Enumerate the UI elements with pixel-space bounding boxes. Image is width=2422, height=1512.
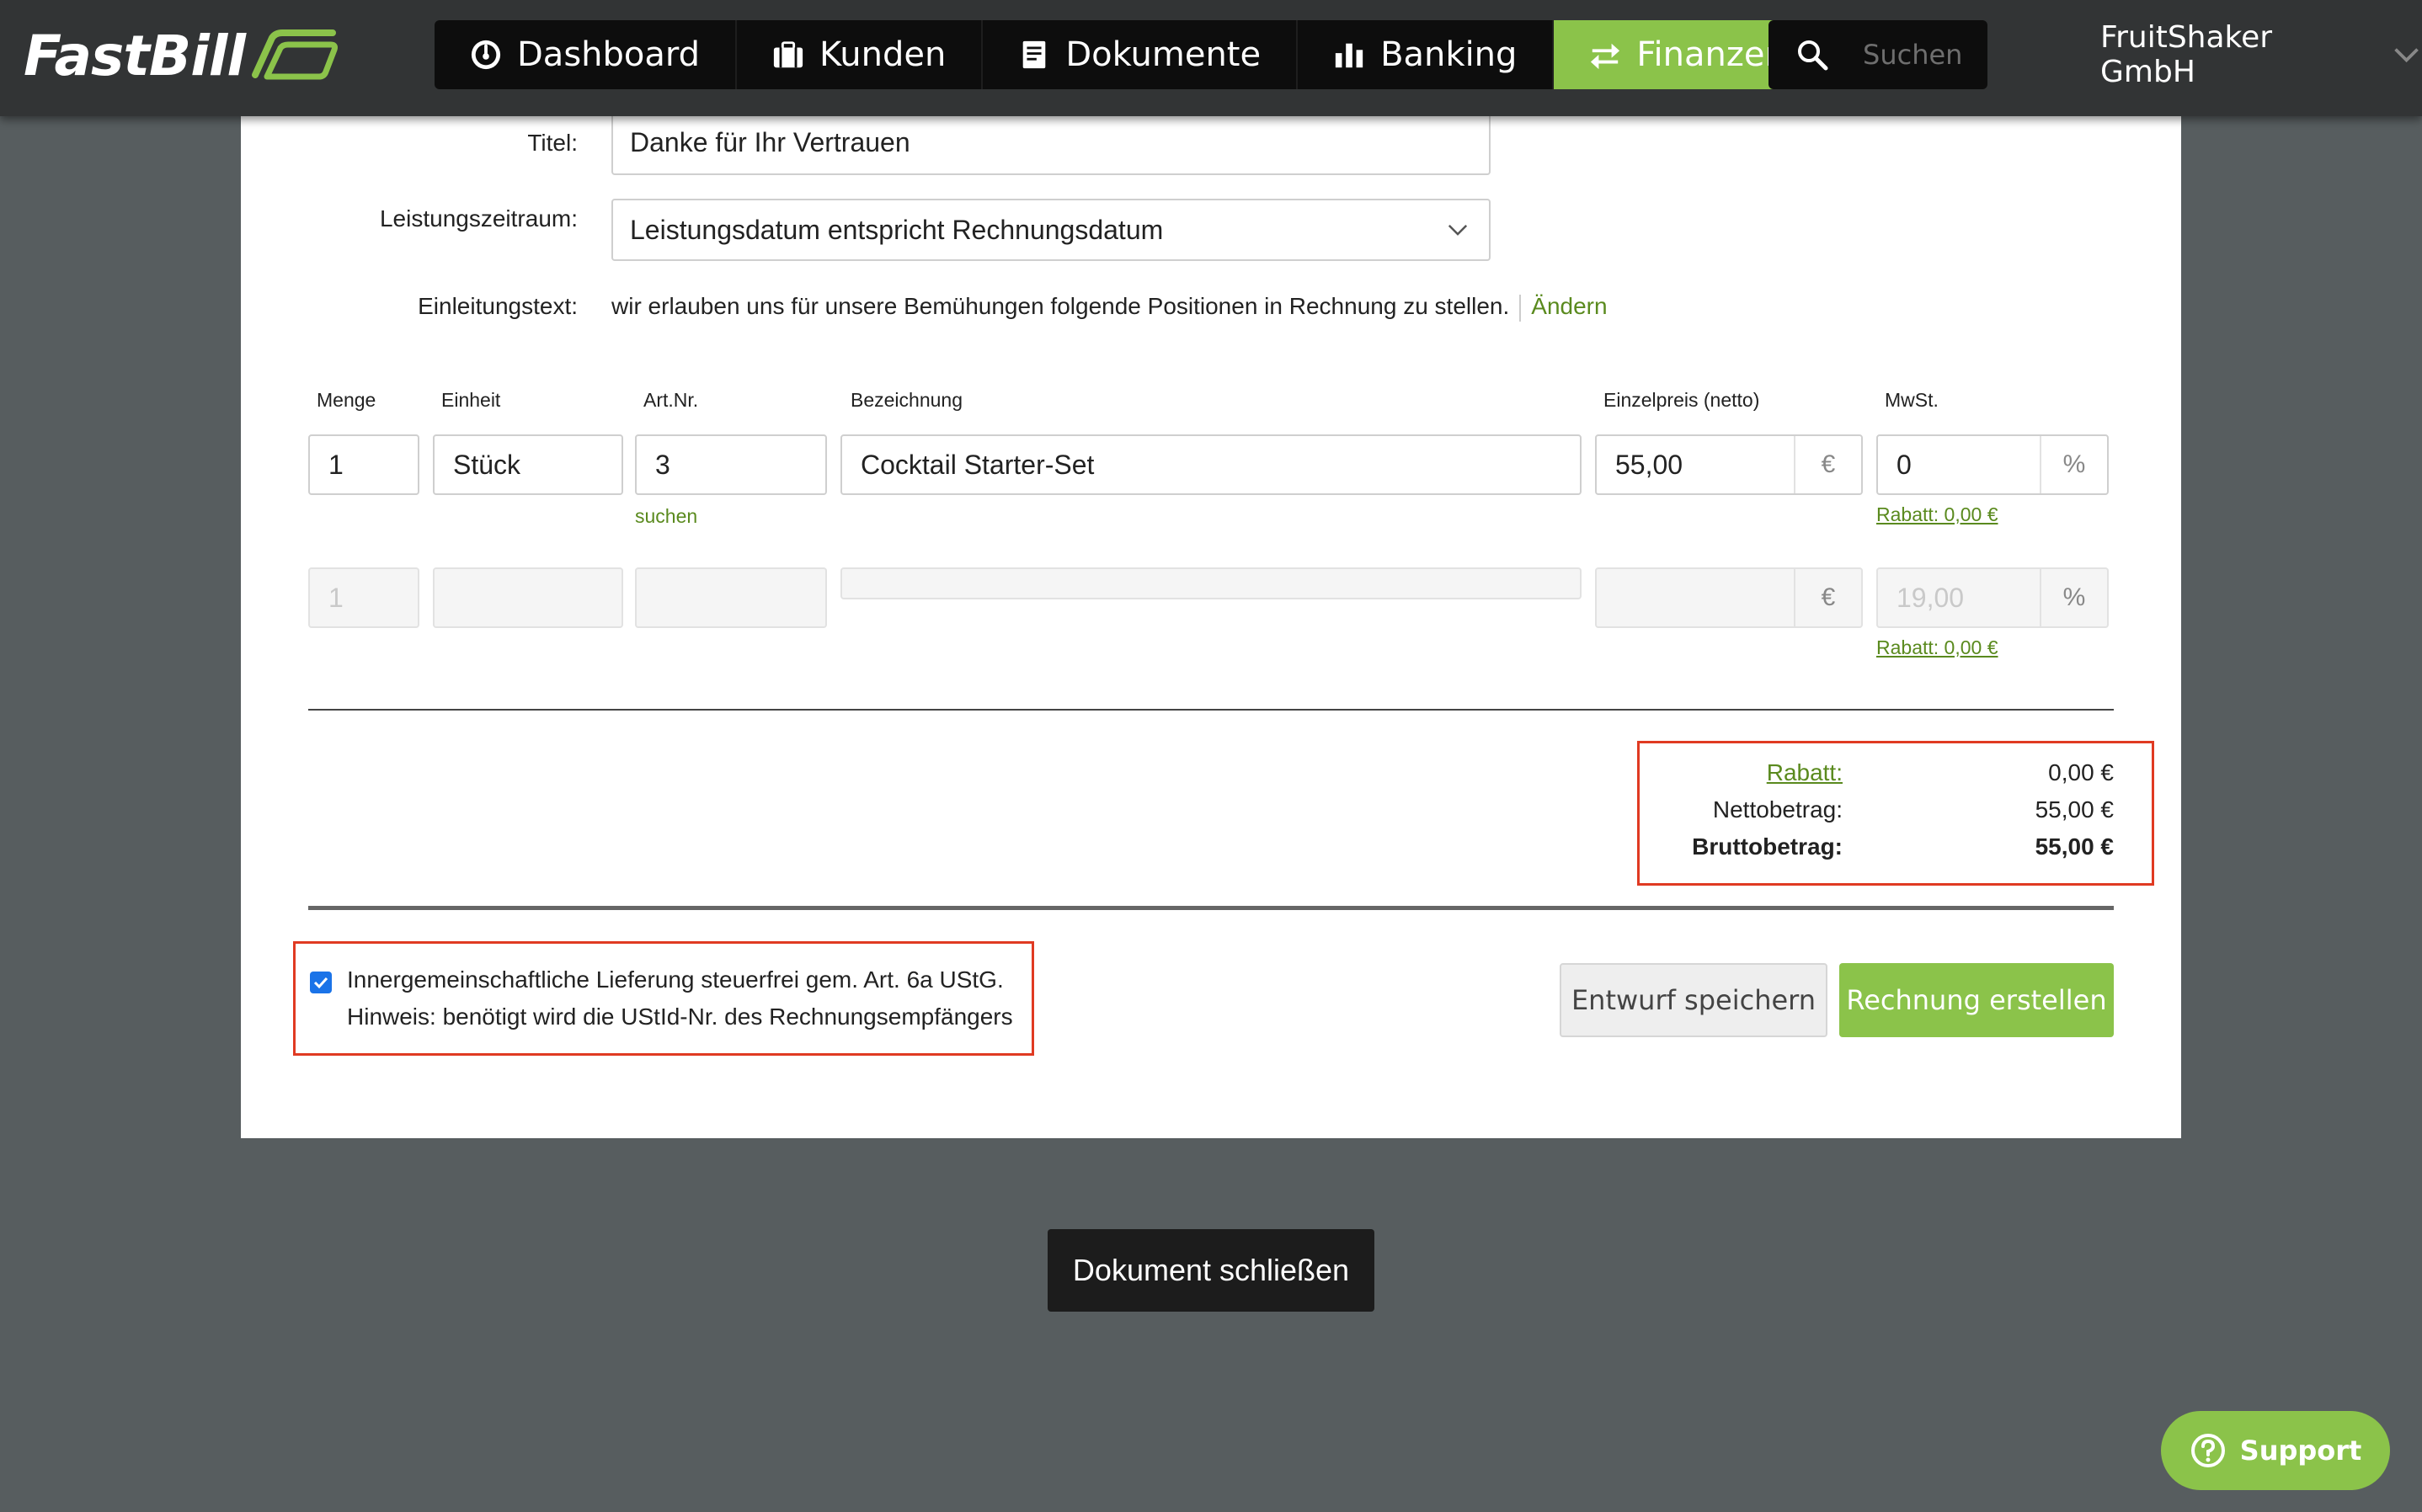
search-icon [1798,40,1828,71]
totals-rabatt-value: 0,00 € [2048,759,2114,785]
vat-exempt-label: Innergemeinschaftliche Lieferung steuerf… [347,966,1004,993]
rabatt-link[interactable]: Rabatt: 0,00 € [1876,636,1998,659]
menge-input-empty[interactable]: 1 [308,567,419,628]
totals-rabatt-link[interactable]: Rabatt: [1590,759,1843,786]
euro-unit: € [1794,569,1861,626]
nav-item-dashboard[interactable]: Dashboard [435,20,738,89]
transfer-arrows-icon [1591,43,1620,70]
divider [308,906,2114,910]
fastbill-logo[interactable]: FastBill [24,22,341,89]
account-name: FruitShaker GmbH [2100,20,2273,89]
nav-item-banking[interactable]: Banking [1298,20,1555,89]
save-draft-button[interactable]: Entwurf speichern [1560,963,1827,1037]
help-circle-icon [2190,1434,2225,1467]
vat-placeholder: 19,00 [1897,582,1965,613]
nav-label: Banking [1380,35,1518,74]
price-input[interactable]: 55,00 € [1595,434,1863,495]
col-bezeichnung: Bezeichnung [851,389,963,411]
bezeichnung-input[interactable]: Cocktail Starter-Set [840,434,1582,495]
main-nav: Dashboard Kunden Dokumente Banking Finan… [435,20,1822,89]
vat-exempt-highlight [293,941,1034,1056]
checkmark-icon [313,977,328,989]
artnr-input[interactable]: 3 [635,434,827,495]
totals-brutto-label: Bruttobetrag: [1692,833,1843,860]
einheit-input-empty[interactable] [433,567,623,628]
col-menge: Menge [317,389,376,411]
divider [308,709,2114,711]
price-input-empty[interactable]: € [1595,567,1863,628]
period-value: Leistungsdatum entspricht Rechnungsdatum [630,214,1164,245]
logo-text: FastBill [24,23,246,88]
period-label: Leistungszeitraum: [379,205,578,232]
top-navigation-bar: FastBill Dashboard Kunden Dokumente Bank… [0,0,2422,116]
document-icon [1023,40,1046,69]
search-input[interactable] [1863,39,1981,71]
nav-label: Finanzen [1636,35,1786,74]
totals-netto-label: Nettobetrag: [1712,796,1843,823]
bar-chart-icon [1335,43,1363,68]
briefcase-icon [773,41,803,68]
support-button[interactable]: Support [2161,1411,2390,1490]
search-box[interactable] [1768,20,1987,89]
nav-label: Dashboard [517,35,701,74]
search-article-link[interactable]: suchen [635,505,697,528]
nav-item-kunden[interactable]: Kunden [737,20,984,89]
vat-input-empty[interactable]: 19,00 % [1876,567,2109,628]
rabatt-link[interactable]: Rabatt: 0,00 € [1876,503,1998,526]
totals-brutto-value: 55,00 € [2035,833,2114,860]
chevron-down-icon [2394,48,2419,63]
vat-input[interactable]: 0 % [1876,434,2109,495]
account-menu[interactable]: FruitShaker GmbH [2100,20,2422,89]
totals-netto-value: 55,00 € [2035,796,2114,823]
intro-text-row: wir erlauben uns für unsere Bemühungen f… [611,293,1608,322]
logo-mark-icon [252,29,339,80]
title-label: Titel: [527,130,578,156]
euro-unit: € [1794,436,1861,493]
intro-change-link[interactable]: Ändern [1531,293,1607,319]
col-mwst: MwSt. [1885,389,1939,411]
close-document-button[interactable]: Dokument schließen [1048,1229,1374,1312]
bezeichnung-input-empty[interactable] [840,567,1582,599]
intro-text: wir erlauben uns für unsere Bemühungen f… [611,293,1510,319]
percent-unit: % [2040,569,2107,626]
nav-label: Dokumente [1065,35,1262,74]
artnr-input-empty[interactable] [635,567,827,628]
einheit-input[interactable]: Stück [433,434,623,495]
title-input[interactable]: Danke für Ihr Vertrauen [611,109,1491,175]
divider [1519,294,1522,322]
intro-label: Einleitungstext: [418,293,578,319]
chevron-down-icon [1448,224,1468,236]
vat-value: 0 [1897,449,1912,480]
nav-item-dokumente[interactable]: Dokumente [983,20,1299,89]
speedometer-icon [471,40,501,70]
support-label: Support [2239,1435,2362,1467]
price-value: 55,00 [1615,449,1683,480]
vat-exempt-checkbox[interactable] [310,972,332,993]
col-einzelpreis: Einzelpreis (netto) [1603,389,1760,411]
menge-input[interactable]: 1 [308,434,419,495]
percent-unit: % [2040,436,2107,493]
vat-exempt-hint: Hinweis: benötigt wird die UStId-Nr. des… [347,1004,1013,1030]
period-select[interactable]: Leistungsdatum entspricht Rechnungsdatum [611,199,1491,261]
col-artnr: Art.Nr. [643,389,699,411]
create-invoice-button[interactable]: Rechnung erstellen [1839,963,2114,1037]
nav-label: Kunden [819,35,947,74]
col-einheit: Einheit [441,389,501,411]
